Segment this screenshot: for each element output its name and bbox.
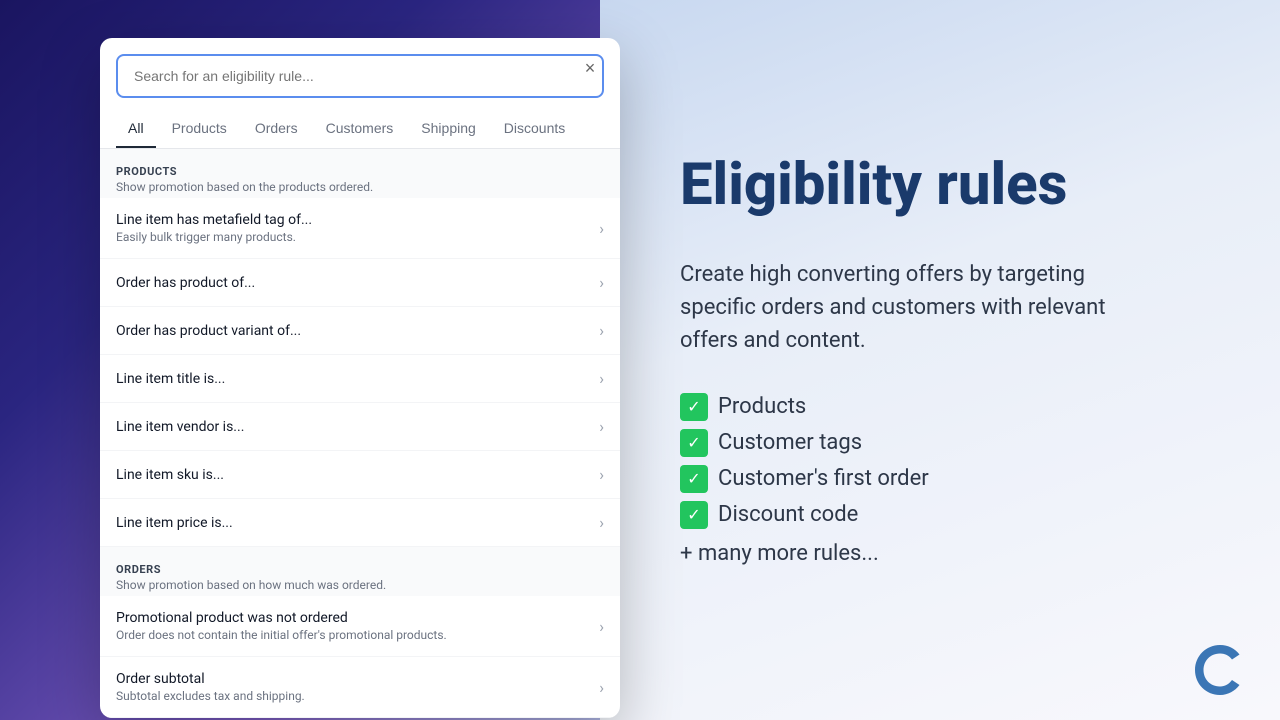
chevron-right-icon: › (599, 465, 604, 484)
close-button[interactable]: × (576, 54, 604, 82)
list-item[interactable]: Order has product variant of... › (100, 307, 620, 355)
tab-orders[interactable]: Orders (243, 110, 310, 148)
chevron-right-icon: › (599, 321, 604, 340)
chevron-right-icon: › (599, 417, 604, 436)
tab-shipping[interactable]: Shipping (409, 110, 488, 148)
list-item-discount-code: ✓ Discount code (680, 501, 1210, 529)
list-item[interactable]: Line item price is... › (100, 499, 620, 547)
products-section-title: PRODUCTS (116, 165, 604, 178)
search-input[interactable] (116, 54, 604, 98)
list-item[interactable]: Line item title is... › (100, 355, 620, 403)
checkmark-icon: ✓ (680, 501, 708, 529)
list-item[interactable]: Line item sku is... › (100, 451, 620, 499)
list-item[interactable]: Line item has metafield tag of... Easily… (100, 198, 620, 259)
chevron-right-icon: › (599, 678, 604, 697)
tab-products[interactable]: Products (160, 110, 239, 148)
chevron-right-icon: › (599, 369, 604, 388)
search-container (116, 54, 604, 98)
chevron-right-icon: › (599, 273, 604, 292)
panel-description: Create high converting offers by targeti… (680, 258, 1160, 357)
list-item[interactable]: Order has product of... › (100, 259, 620, 307)
chevron-right-icon: › (599, 617, 604, 636)
modal-content: PRODUCTS Show promotion based on the pro… (100, 149, 620, 718)
panel-title: Eligibility rules (680, 154, 1210, 218)
list-item[interactable]: Line item vendor is... › (100, 403, 620, 451)
list-item-label: Discount code (718, 502, 858, 527)
orders-section-header: ORDERS Show promotion based on how much … (100, 547, 620, 596)
products-section-header: PRODUCTS Show promotion based on the pro… (100, 149, 620, 198)
list-item-products: ✓ Products (680, 393, 1210, 421)
list-item[interactable]: Promotional product was not ordered Orde… (100, 596, 620, 657)
modal-header: × (100, 38, 620, 98)
list-item[interactable]: Order subtotal Subtotal excludes tax and… (100, 657, 620, 718)
tab-customers[interactable]: Customers (314, 110, 406, 148)
chevron-right-icon: › (599, 513, 604, 532)
company-logo (1190, 640, 1250, 700)
list-item-customer-tags: ✓ Customer tags (680, 429, 1210, 457)
tab-all[interactable]: All (116, 110, 156, 148)
eligibility-modal: × All Products Orders Customers Shipping… (100, 38, 620, 718)
tab-discounts[interactable]: Discounts (492, 110, 577, 148)
list-item-first-order: ✓ Customer's first order (680, 465, 1210, 493)
orders-section-title: ORDERS (116, 563, 604, 576)
right-panel: Eligibility rules Create high converting… (610, 0, 1280, 720)
tabs-container: All Products Orders Customers Shipping D… (100, 110, 620, 149)
more-rules-text: + many more rules... (680, 541, 1210, 566)
products-section-desc: Show promotion based on the products ord… (116, 180, 604, 194)
list-item-label: Products (718, 394, 806, 419)
chevron-right-icon: › (599, 219, 604, 238)
checkmark-icon: ✓ (680, 429, 708, 457)
checkmark-icon: ✓ (680, 465, 708, 493)
list-item-label: Customer's first order (718, 466, 929, 491)
list-item-label: Customer tags (718, 430, 862, 455)
check-list: ✓ Products ✓ Customer tags ✓ Customer's … (680, 393, 1210, 537)
orders-section-desc: Show promotion based on how much was ord… (116, 578, 604, 592)
checkmark-icon: ✓ (680, 393, 708, 421)
